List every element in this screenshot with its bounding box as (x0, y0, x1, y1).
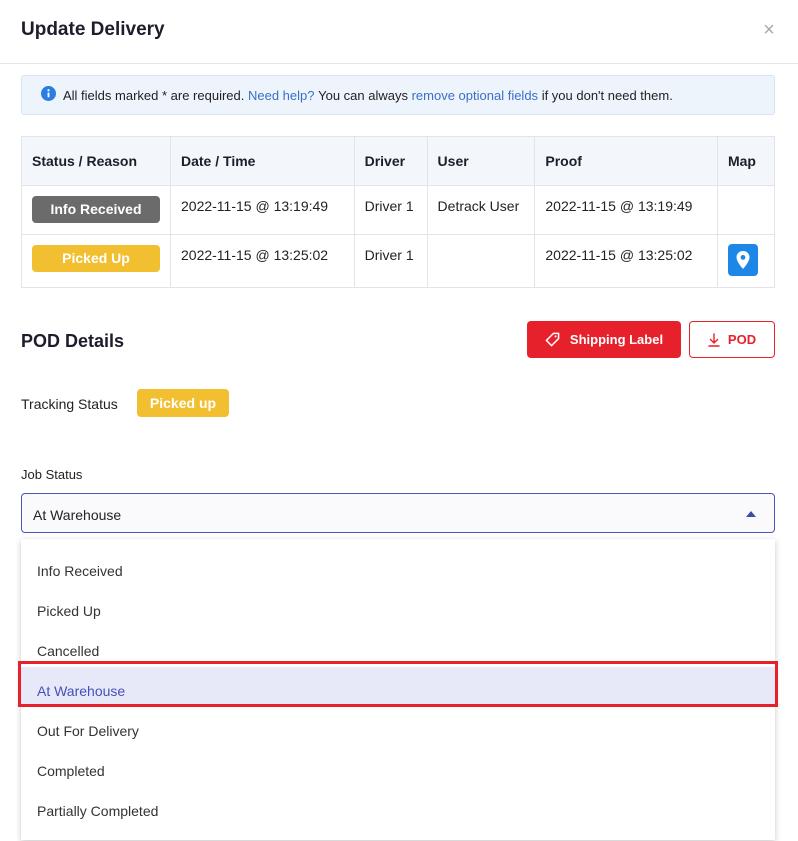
column-header-datetime: Date / Time (170, 136, 355, 186)
map-cell (716, 234, 776, 288)
table-row: Picked Up 2022-11-15 @ 13:25:02 Driver 1… (21, 234, 776, 288)
shipping-label-button[interactable]: Shipping Label (527, 321, 681, 358)
download-icon (708, 332, 720, 347)
user-cell (426, 234, 536, 288)
driver-cell: Driver 1 (353, 185, 428, 235)
map-cell (716, 185, 776, 235)
table-row: Info Received 2022-11-15 @ 13:19:49 Driv… (21, 185, 776, 235)
status-badge: Picked Up (32, 245, 160, 272)
map-pin-icon (736, 251, 750, 269)
caret-up-icon (746, 511, 756, 517)
shipping-label-text: Shipping Label (569, 332, 664, 347)
dropdown-option-info-received[interactable]: Info Received (21, 547, 775, 587)
job-status-selected-value: At Warehouse (33, 507, 122, 523)
datetime-cell: 2022-11-15 @ 13:19:49 (170, 185, 355, 235)
map-button[interactable] (727, 244, 758, 276)
datetime-cell: 2022-11-15 @ 13:25:02 (170, 234, 355, 288)
status-cell: Picked Up (21, 234, 171, 288)
column-header-status: Status / Reason (21, 136, 171, 186)
need-help-link[interactable]: Need help? (248, 88, 315, 103)
pod-download-button[interactable]: POD (689, 321, 775, 358)
dropdown-option-out-for-delivery[interactable]: Out For Delivery (21, 707, 775, 747)
tag-icon (545, 332, 560, 347)
alert-text-required: All fields marked * are required. (63, 87, 245, 103)
proof-cell: 2022-11-15 @ 13:19:49 (534, 185, 718, 235)
column-header-map: Map (716, 136, 776, 186)
modal-header: Update Delivery × (0, 0, 798, 64)
info-icon (41, 86, 56, 101)
dropdown-option-completed[interactable]: Completed (21, 747, 775, 787)
modal-title: Update Delivery (21, 19, 165, 40)
status-cell: Info Received (21, 185, 171, 235)
pod-button-text: POD (727, 332, 757, 347)
driver-cell: Driver 1 (353, 234, 428, 288)
proof-cell: 2022-11-15 @ 13:25:02 (534, 234, 718, 288)
pod-details-title: POD Details (21, 331, 125, 351)
dropdown-option-cancelled[interactable]: Cancelled (21, 627, 775, 667)
column-header-proof: Proof (534, 136, 718, 186)
tracking-status-badge: Picked up (137, 389, 229, 417)
job-status-select[interactable]: At Warehouse (21, 493, 775, 533)
dropdown-option-partially-completed[interactable]: Partially Completed (21, 787, 775, 827)
close-icon[interactable]: × (760, 20, 778, 40)
alert-text-always: You can always (318, 87, 408, 103)
user-cell: Detrack User (426, 185, 536, 235)
column-header-user: User (426, 136, 536, 186)
dropdown-option-picked-up[interactable]: Picked Up (21, 587, 775, 627)
required-fields-alert: All fields marked * are required. Need h… (21, 75, 775, 115)
tracking-status-label: Tracking Status (21, 396, 118, 412)
remove-optional-fields-link[interactable]: remove optional fields (412, 88, 538, 103)
table-header-row: Status / Reason Date / Time Driver User … (21, 136, 776, 186)
alert-text-suffix: if you don't need them. (541, 87, 673, 103)
job-status-label: Job Status (21, 467, 83, 482)
status-history-table: Status / Reason Date / Time Driver User … (21, 136, 776, 288)
status-badge: Info Received (32, 196, 160, 223)
dropdown-option-at-warehouse[interactable]: At Warehouse (21, 667, 775, 707)
column-header-driver: Driver (353, 136, 428, 186)
job-status-dropdown: Info Received Picked Up Cancelled At War… (21, 539, 775, 840)
